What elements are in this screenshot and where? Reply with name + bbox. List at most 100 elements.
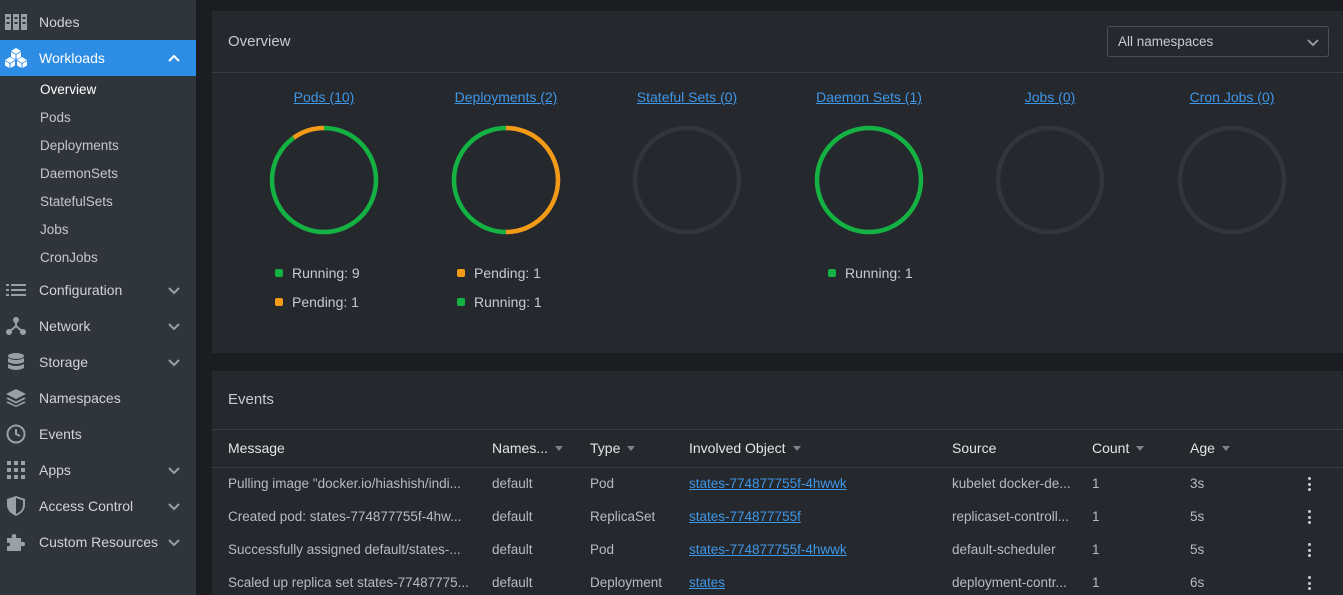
sidebar-item-nodes[interactable]: Nodes (0, 4, 196, 40)
column-header-label: Type (590, 440, 621, 456)
legend-item: Running: 9 (275, 265, 360, 281)
row-menu-icon[interactable] (1306, 543, 1312, 559)
events-divider (212, 429, 1343, 430)
nodes-icon (5, 12, 27, 32)
legend-item: Pending: 1 (275, 294, 359, 310)
legend-label: Running: 9 (292, 265, 360, 281)
sidebar-subitem-statefulsets[interactable]: StatefulSets (0, 188, 196, 216)
cell-age: 3s (1190, 476, 1205, 491)
database-icon (5, 352, 27, 372)
workload-donut (451, 125, 561, 235)
cell-source: replicaset-controll... (952, 509, 1070, 524)
legend-item: Pending: 1 (457, 265, 541, 281)
workload-link[interactable]: Daemon Sets (1) (789, 89, 949, 105)
column-header-label: Message (228, 440, 285, 456)
layers-icon (5, 388, 27, 408)
chevron-up-icon (166, 51, 182, 65)
chevron-down-icon (1306, 36, 1320, 48)
sidebar-subitem-overview[interactable]: Overview (0, 76, 196, 104)
chevron-down-icon (166, 319, 182, 333)
cell-source: deployment-contr... (952, 575, 1067, 590)
sidebar-item-namespaces[interactable]: Namespaces (0, 380, 196, 416)
sort-caret-icon (555, 445, 564, 451)
overview-title: Overview (228, 33, 291, 50)
legend-label: Pending: 1 (474, 265, 541, 281)
cell-message: Scaled up replica set states-77487775... (228, 575, 469, 590)
column-header[interactable]: Involved Object (689, 440, 801, 456)
cell-namespace: default (492, 575, 533, 590)
sidebar-item-label: Events (39, 426, 82, 442)
cell-age: 5s (1190, 542, 1205, 557)
sidebar-item-label: Workloads (39, 50, 105, 66)
column-header[interactable]: Count (1092, 440, 1145, 456)
sidebar-item-apps[interactable]: Apps (0, 452, 196, 488)
cell-object[interactable]: states-774877755f (689, 509, 801, 524)
chevron-down-icon (166, 355, 182, 369)
sort-caret-icon (1221, 445, 1230, 451)
workload-donut (632, 125, 742, 235)
legend-label: Pending: 1 (292, 294, 359, 310)
shield-icon (5, 496, 27, 516)
cell-object[interactable]: states-774877755f-4hwwk (689, 542, 847, 557)
cell-type: Pod (590, 542, 615, 557)
chevron-down-icon (166, 283, 182, 297)
workload-donut (269, 125, 379, 235)
column-header-label: Names... (492, 440, 549, 456)
column-header[interactable]: Names... (492, 440, 564, 456)
network-icon (5, 316, 27, 336)
column-header-label: Source (952, 440, 997, 456)
sidebar-subitem-cronjobs[interactable]: CronJobs (0, 244, 196, 272)
sidebar-item-network[interactable]: Network (0, 308, 196, 344)
cell-count: 1 (1092, 476, 1100, 491)
workload-link[interactable]: Stateful Sets (0) (607, 89, 767, 105)
sidebar-subitem-label: CronJobs (40, 250, 98, 265)
column-header[interactable]: Type (590, 440, 636, 456)
sidebar-item-label: Network (39, 318, 91, 334)
legend-dot (457, 269, 465, 277)
donut-segment-running (269, 125, 379, 235)
sidebar-subitem-daemonsets[interactable]: DaemonSets (0, 160, 196, 188)
cell-object[interactable]: states (689, 575, 725, 590)
sidebar-item-custom-resources[interactable]: Custom Resources (0, 524, 196, 560)
sidebar-subitem-pods[interactable]: Pods (0, 104, 196, 132)
list-icon (5, 280, 27, 300)
column-header[interactable]: Age (1190, 440, 1230, 456)
sidebar-item-label: Namespaces (39, 390, 121, 406)
legend-dot (275, 269, 283, 277)
sidebar-item-configuration[interactable]: Configuration (0, 272, 196, 308)
workload-link[interactable]: Pods (10) (244, 89, 404, 105)
row-menu-icon[interactable] (1306, 477, 1312, 493)
cell-type: Pod (590, 476, 615, 491)
legend-item: Running: 1 (828, 265, 913, 281)
cell-object[interactable]: states-774877755f-4hwwk (689, 476, 847, 491)
sidebar-item-access-control[interactable]: Access Control (0, 488, 196, 524)
chevron-down-icon (166, 499, 182, 513)
workload-donut (995, 125, 1105, 235)
sidebar-item-label: Apps (39, 462, 71, 478)
workload-link[interactable]: Jobs (0) (970, 89, 1130, 105)
cell-age: 6s (1190, 575, 1205, 590)
sidebar-subitem-jobs[interactable]: Jobs (0, 216, 196, 244)
namespace-select[interactable]: All namespaces (1107, 26, 1329, 57)
cell-namespace: default (492, 509, 533, 524)
column-header-label: Involved Object (689, 440, 786, 456)
sidebar-item-workloads[interactable]: Workloads (0, 40, 196, 76)
workload-link[interactable]: Cron Jobs (0) (1152, 89, 1312, 105)
column-header-label: Age (1190, 440, 1215, 456)
sort-caret-icon (792, 445, 801, 451)
workload-link[interactable]: Deployments (2) (426, 89, 586, 105)
sidebar-item-events[interactable]: Events (0, 416, 196, 452)
row-menu-icon[interactable] (1306, 510, 1312, 526)
overview-divider (212, 72, 1343, 73)
sidebar-subitem-label: Pods (40, 110, 71, 125)
cell-count: 1 (1092, 509, 1100, 524)
row-menu-icon[interactable] (1306, 576, 1312, 592)
sidebar-item-storage[interactable]: Storage (0, 344, 196, 380)
sidebar-subitem-label: DaemonSets (40, 166, 119, 181)
cell-message: Pulling image "docker.io/hiashish/indi..… (228, 476, 461, 491)
sidebar-item-label: Access Control (39, 498, 134, 514)
column-header[interactable]: Message (228, 440, 285, 456)
sidebar-subitem-deployments[interactable]: Deployments (0, 132, 196, 160)
column-header[interactable]: Source (952, 440, 996, 456)
sort-caret-icon (627, 445, 636, 451)
